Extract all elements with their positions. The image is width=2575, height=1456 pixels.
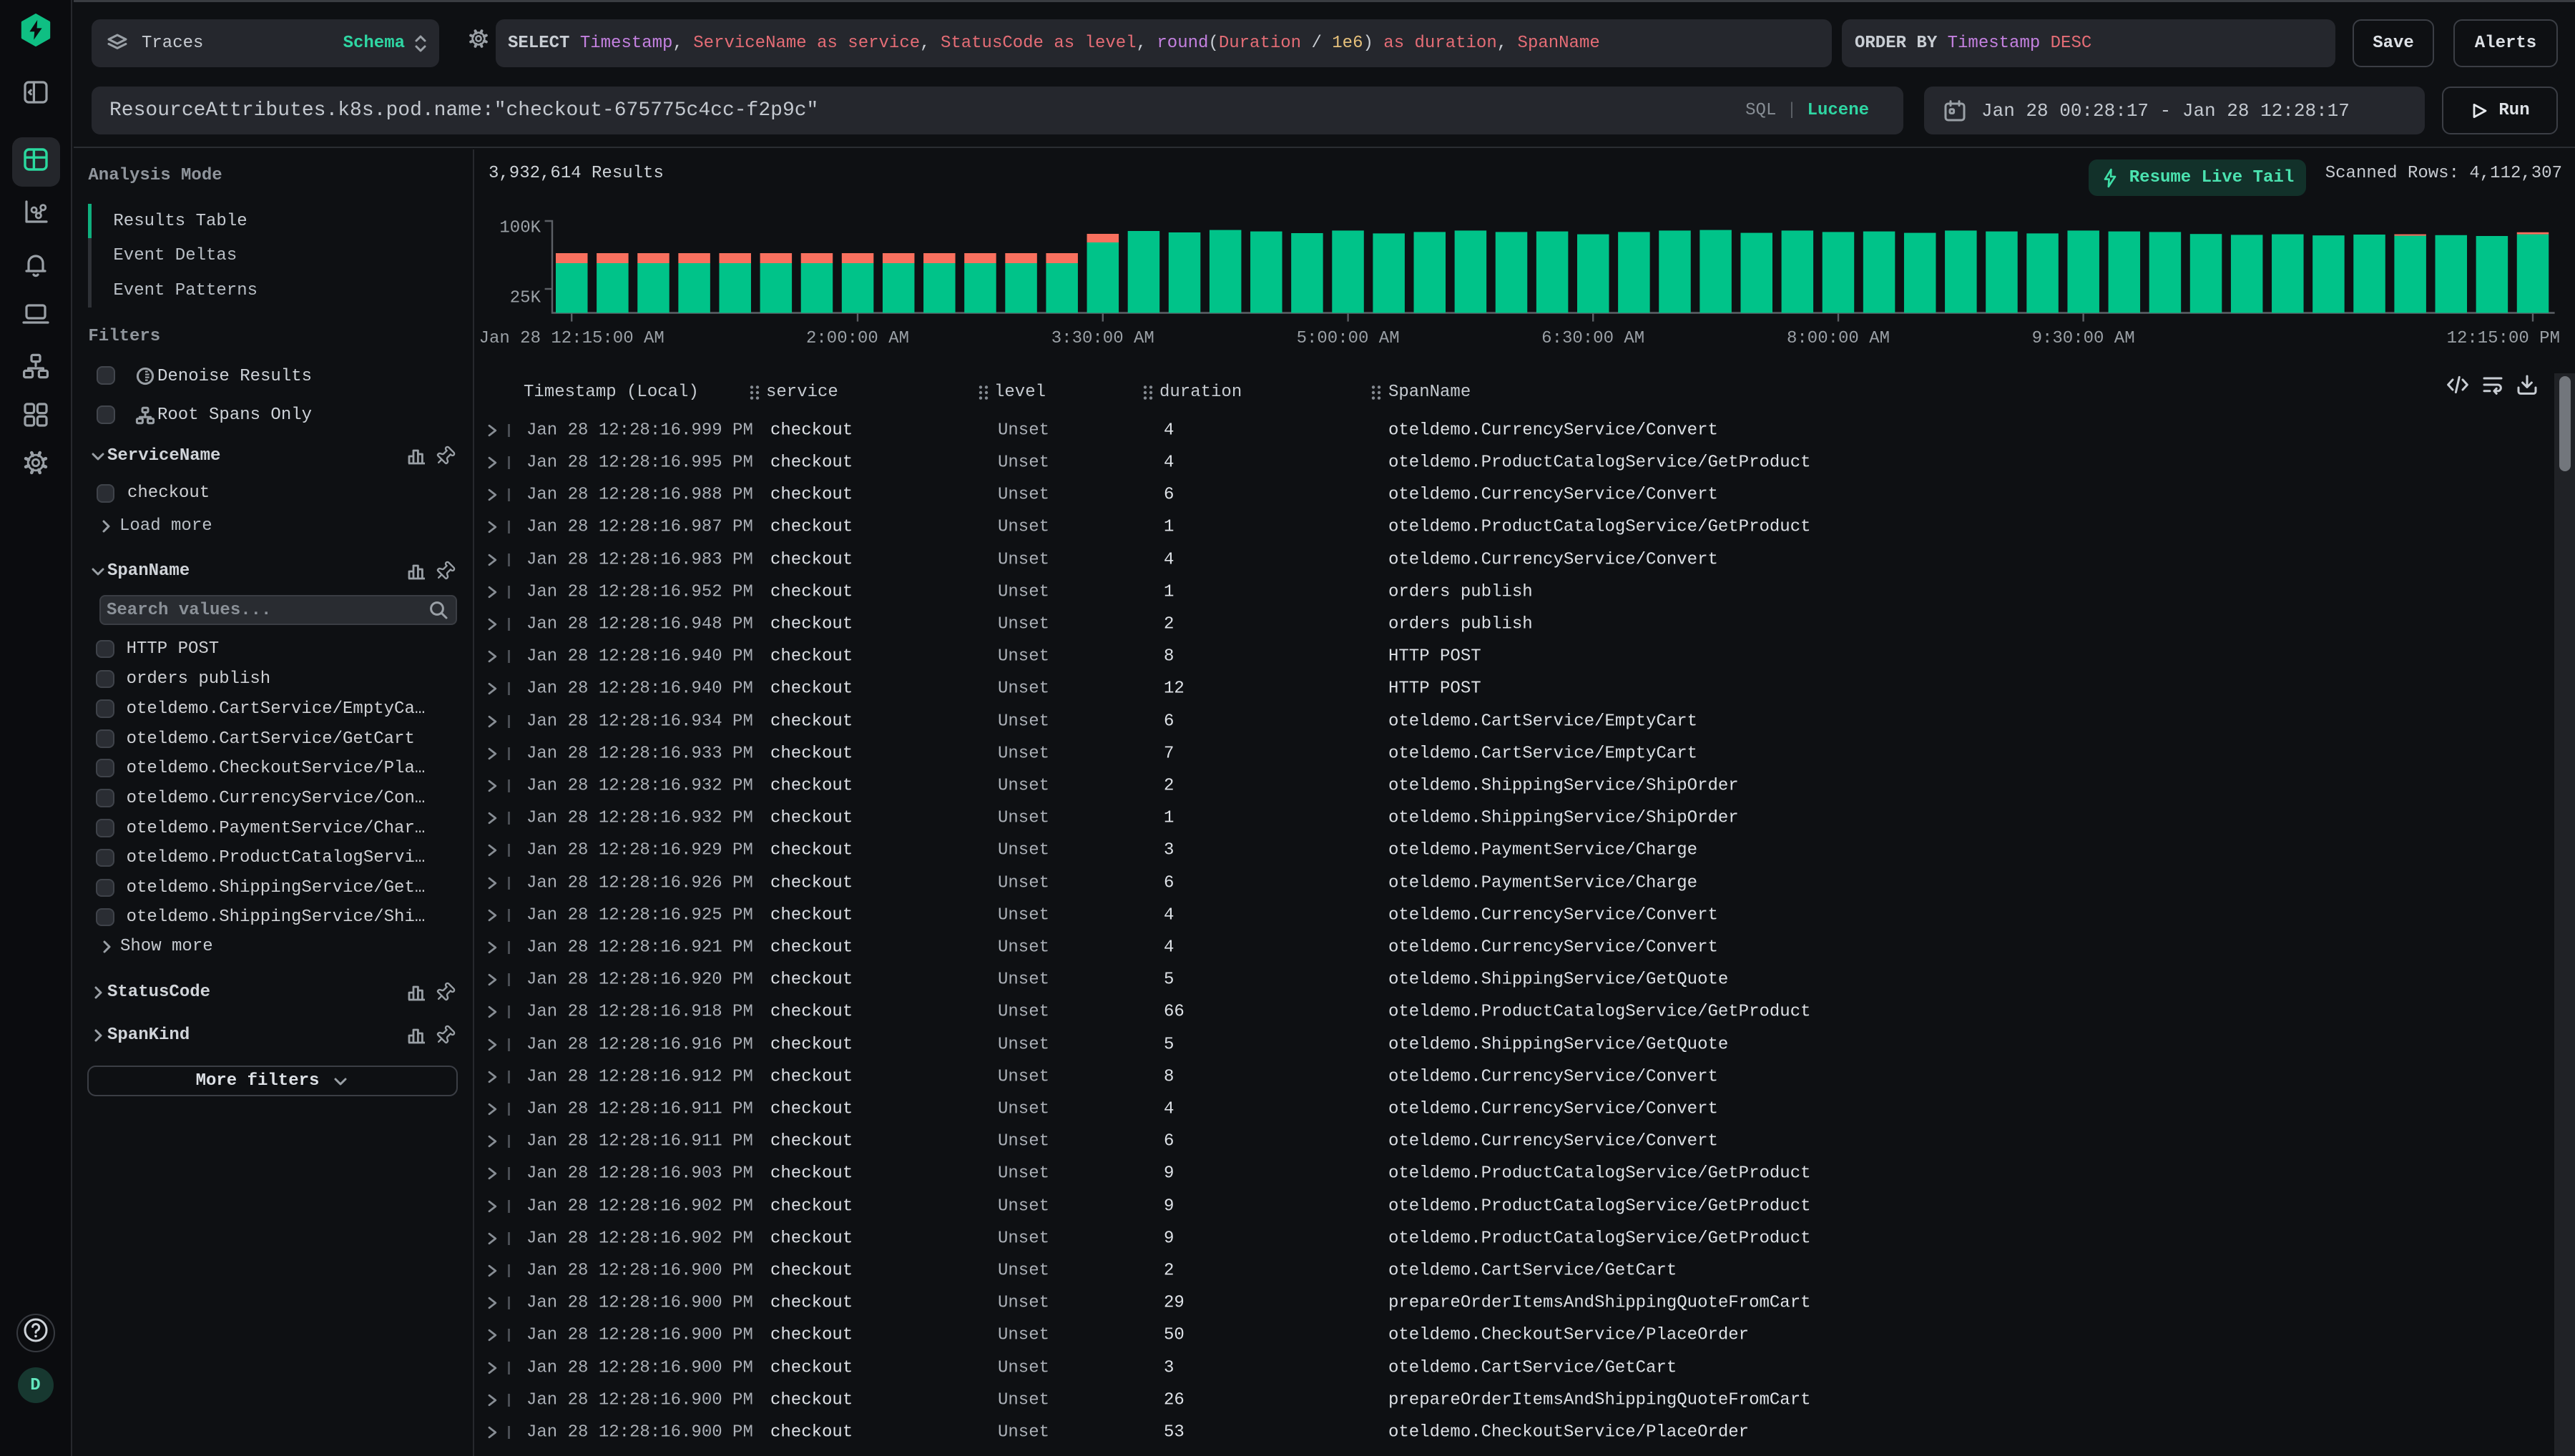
svg-text:Jan 28 12:15:00 AM: Jan 28 12:15:00 AM [479, 329, 664, 348]
svg-text:8:00:00 AM: 8:00:00 AM [1787, 329, 1890, 348]
svg-text:9:30:00 AM: 9:30:00 AM [2032, 329, 2135, 348]
svg-text:12:15:00 PM: 12:15:00 PM [2447, 329, 2560, 348]
svg-text:2:00:00 AM: 2:00:00 AM [806, 329, 909, 348]
svg-text:100K: 100K [499, 219, 541, 238]
svg-text:6:30:00 AM: 6:30:00 AM [1541, 329, 1644, 348]
svg-text:3:30:00 AM: 3:30:00 AM [1051, 329, 1154, 348]
svg-text:5:00:00 AM: 5:00:00 AM [1297, 329, 1400, 348]
svg-text:25K: 25K [510, 289, 541, 308]
